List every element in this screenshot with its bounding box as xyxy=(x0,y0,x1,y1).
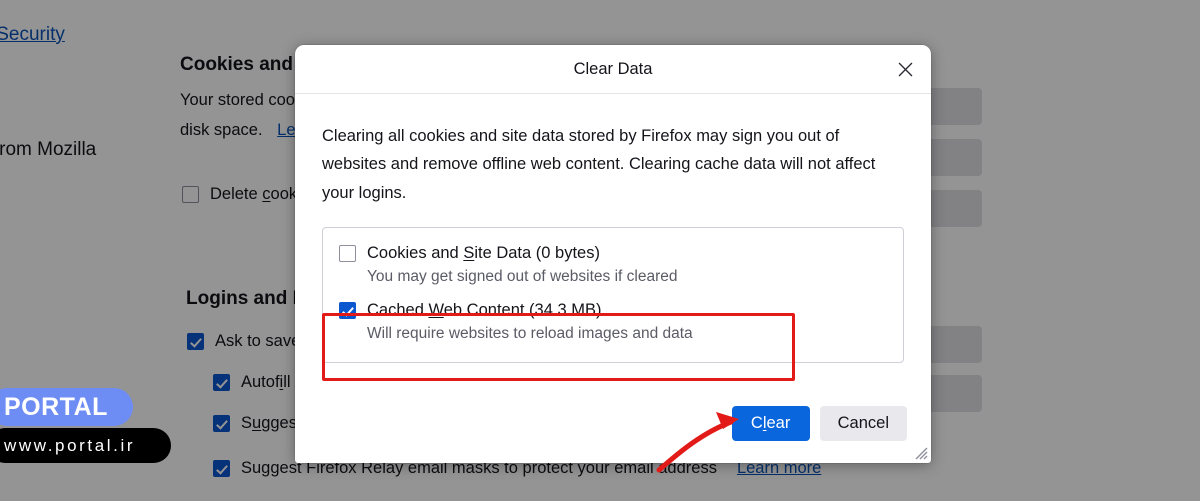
dialog-body: Clearing all cookies and site data store… xyxy=(295,94,931,364)
ask-to-save-checkbox[interactable] xyxy=(187,333,204,350)
clear-button[interactable]: Clear xyxy=(731,405,810,441)
watermark-url-text: www.portal.ir xyxy=(4,435,136,455)
dialog-footer: Clear Cancel xyxy=(295,395,931,463)
close-icon[interactable] xyxy=(891,55,919,83)
choice-cache-sublabel: Will require websites to reload images a… xyxy=(367,325,693,343)
row-suggest-strong-passwords[interactable]: Sugges xyxy=(213,414,297,433)
section-heading-cookies: Cookies and xyxy=(180,54,293,75)
dialog-description: Clearing all cookies and site data store… xyxy=(322,127,876,202)
watermark-brand-badge: PORTAL xyxy=(0,388,133,426)
cookies-description-line-1: Your stored coo xyxy=(180,91,295,109)
resize-grip-icon[interactable] xyxy=(913,445,928,460)
clear-button-label-after: ear xyxy=(766,413,791,432)
autofill-checkbox[interactable] xyxy=(213,374,230,391)
suggest-label: Sugges xyxy=(241,414,297,432)
clear-data-dialog: Clear Data Clearing all cookies and site… xyxy=(295,45,931,463)
ask-to-save-label: Ask to save xyxy=(215,332,301,350)
delete-cookies-label: Delete cook xyxy=(210,185,298,203)
choice-cookies-label-before: Cookies and xyxy=(367,244,464,263)
choice-cookies-label: Cookies and Site Data (0 bytes) xyxy=(367,244,600,263)
choice-cache-label-before: Cached xyxy=(367,301,429,320)
portal-watermark: PORTAL www.portal.ir xyxy=(0,388,188,468)
choice-cache-accesskey: W xyxy=(428,301,444,320)
choice-cookies-accesskey: S xyxy=(463,244,475,263)
delete-cookies-checkbox-row[interactable]: Delete cook xyxy=(182,185,297,204)
cancel-button[interactable]: Cancel xyxy=(819,405,907,441)
firefox-relay-checkbox[interactable] xyxy=(213,460,230,477)
clear-button-label-before: C xyxy=(750,413,763,432)
row-ask-to-save-logins[interactable]: Ask to save xyxy=(187,332,300,351)
choice-cookies-and-site-data[interactable]: Cookies and Site Data (0 bytes) You may … xyxy=(323,237,903,294)
screenshot-root: cy & Security e from Mozilla Cookies and… xyxy=(0,0,1200,501)
sidebar-item-from-mozilla[interactable]: e from Mozilla xyxy=(0,139,96,161)
choice-cached-web-content[interactable]: Cached Web Content (34.3 MB) Will requir… xyxy=(323,294,903,351)
dialog-title: Clear Data xyxy=(573,59,653,78)
watermark-brand-text: PORTAL xyxy=(4,392,108,421)
cookies-learn-more-link[interactable]: Le xyxy=(277,121,295,139)
cached-web-content-checkbox[interactable] xyxy=(339,302,356,320)
cookies-description-line-2-text: disk space. xyxy=(180,121,263,139)
delete-cookies-checkbox[interactable] xyxy=(182,186,199,203)
dialog-header: Clear Data xyxy=(295,45,931,94)
choice-cache-label: Cached Web Content (34.3 MB) xyxy=(367,301,602,320)
choice-cache-main: Cached Web Content (34.3 MB) xyxy=(339,301,889,320)
choice-cookies-main: Cookies and Site Data (0 bytes) xyxy=(339,244,889,263)
cookies-site-data-checkbox[interactable] xyxy=(339,245,356,263)
row-autofill-logins[interactable]: Autofill xyxy=(213,373,291,392)
watermark-url-badge: www.portal.ir xyxy=(0,428,171,463)
section-heading-logins: Logins and P xyxy=(186,288,306,309)
choice-cookies-sublabel: You may get signed out of websites if cl… xyxy=(367,268,678,286)
choice-cache-label-after: eb Content (34.3 MB) xyxy=(443,301,602,320)
choice-cookies-label-after: ite Data (0 bytes) xyxy=(474,244,600,263)
sidebar-item-privacy-and-security[interactable]: cy & Security xyxy=(0,24,65,46)
autofill-label: Autofill xyxy=(241,373,291,391)
suggest-checkbox[interactable] xyxy=(213,415,230,432)
cookies-description-line-2: disk space. Le xyxy=(180,121,296,140)
data-type-list: Cookies and Site Data (0 bytes) You may … xyxy=(322,227,904,364)
